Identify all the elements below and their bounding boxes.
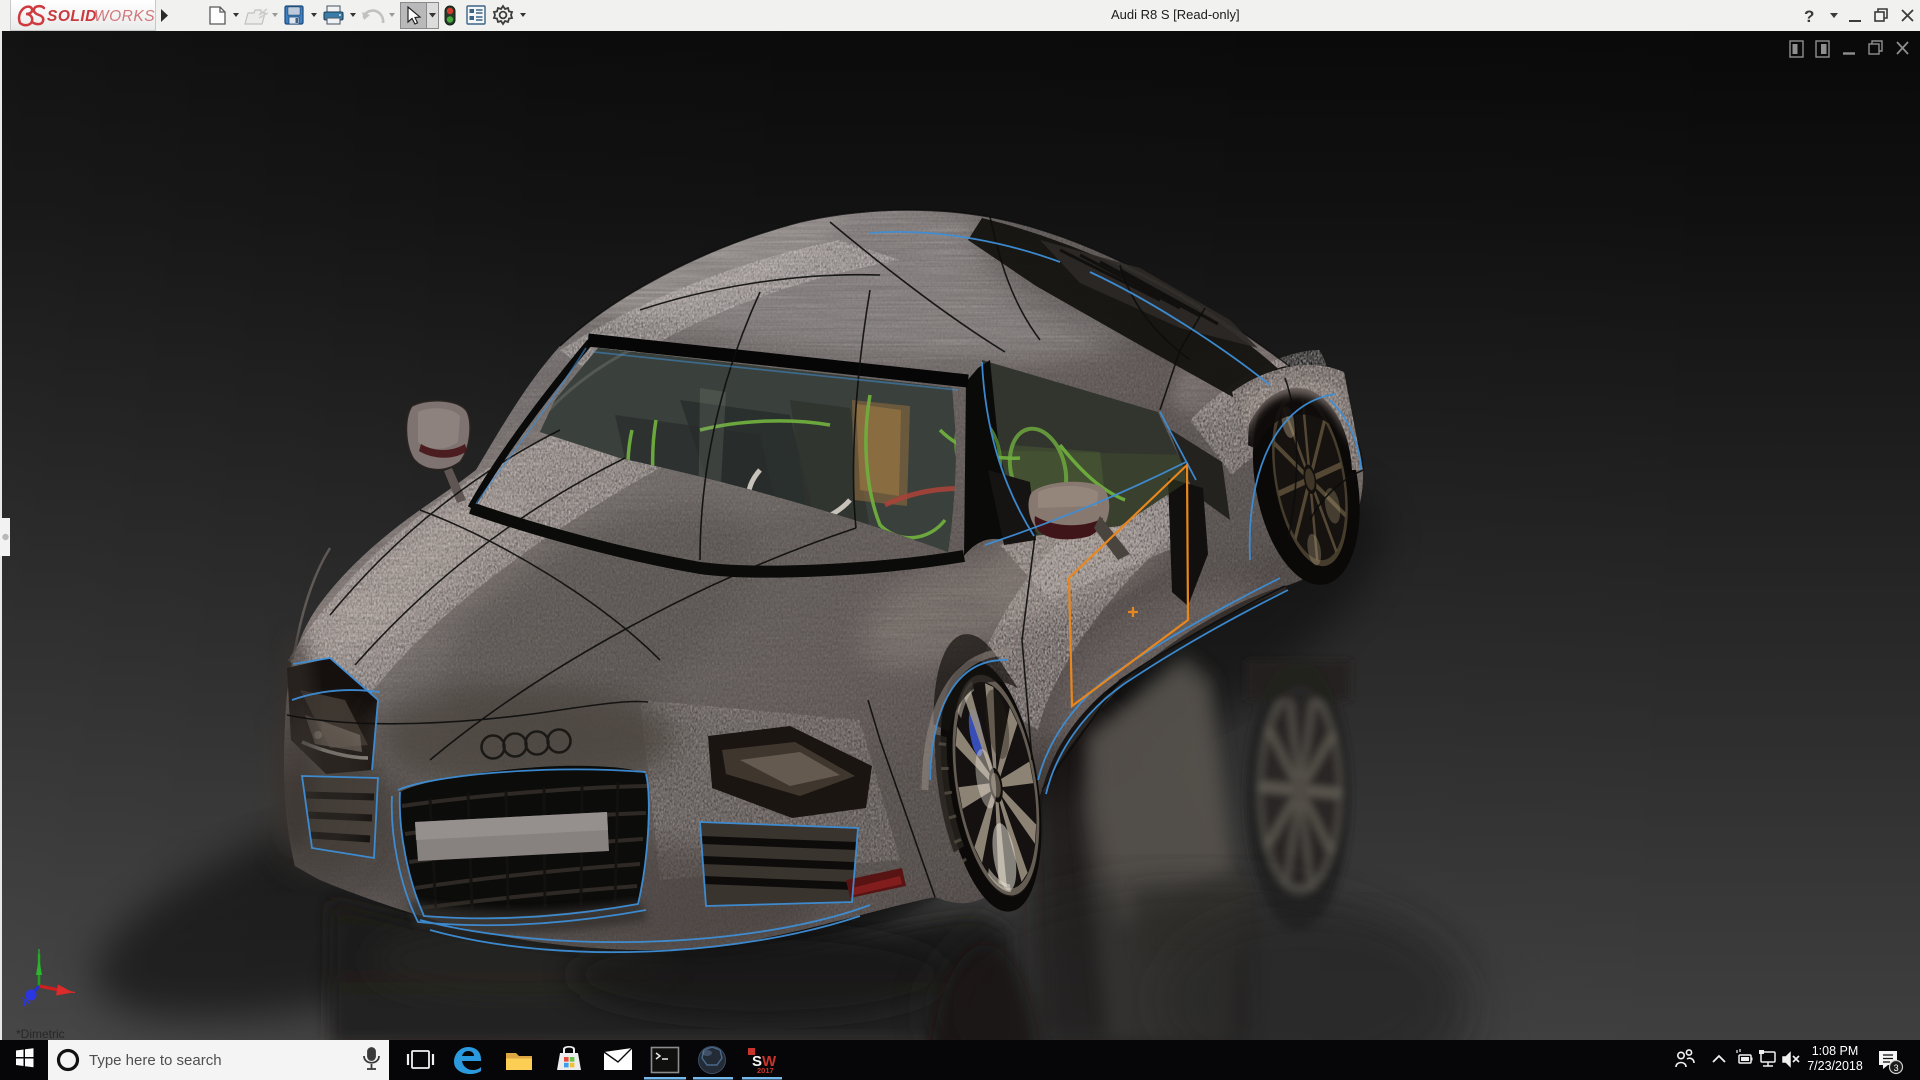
svg-text:*Dimetric: *Dimetric bbox=[16, 1027, 65, 1040]
svg-text:2017: 2017 bbox=[757, 1066, 774, 1075]
svg-text:3: 3 bbox=[1894, 1063, 1899, 1073]
svg-text:SOLID: SOLID bbox=[47, 8, 97, 25]
svg-text:?: ? bbox=[1804, 7, 1814, 26]
svg-text:WORKS: WORKS bbox=[94, 8, 155, 25]
